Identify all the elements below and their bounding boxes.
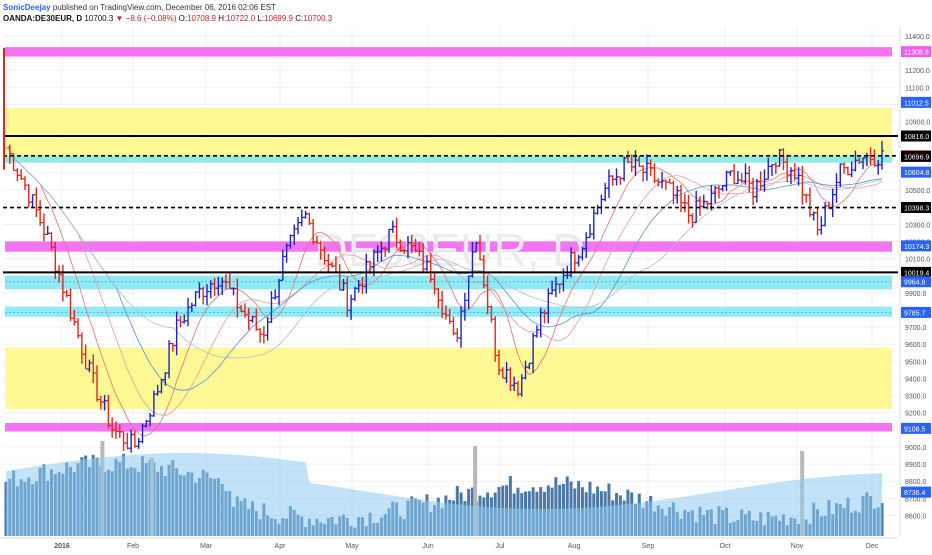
price-label-tag: 10398.3 <box>901 202 931 214</box>
time-tick-label: Apr <box>275 543 287 550</box>
price-label-tag: 10816.0 <box>901 130 931 142</box>
time-tick-label: Nov <box>791 543 804 550</box>
open-value: 10708.9 <box>187 14 216 23</box>
price-label-tag: 10604.8 <box>901 166 931 178</box>
close-label: C: <box>295 14 304 23</box>
time-tick-label: Feb <box>127 543 139 550</box>
price-label-tag: 11012.5 <box>901 96 931 108</box>
low-value: 10699.9 <box>264 14 293 23</box>
price-label-text: 10816.0 <box>904 134 929 141</box>
last-price: 10700.3 <box>84 14 114 23</box>
price-label-tag: 9964.8 <box>901 276 931 288</box>
price-label-text: 9785.7 <box>904 310 926 317</box>
price-label-text: 10696.9 <box>904 154 929 161</box>
time-tick-label: Jun <box>422 543 433 550</box>
price-label-text: 10174.3 <box>904 244 929 251</box>
cyan-zone <box>5 155 892 163</box>
price-tick-label: 10300.0 <box>905 222 930 229</box>
price-tick-label: 11100.0 <box>905 85 929 92</box>
publish-line: SonicDeejay published on TradingView.com… <box>3 2 276 13</box>
ohlc-line: OANDA:DE30EUR, D 10700.3 ▼ −8.6 (−0.08%)… <box>3 13 332 24</box>
magenta-zone <box>5 422 892 432</box>
price-tick-label: 9900.0 <box>905 291 927 298</box>
time-tick-label: 2016 <box>54 543 70 550</box>
published-text: published on TradingView.com, December 0… <box>52 3 276 12</box>
price-label-tag: 11308.8 <box>901 46 931 58</box>
price-tick-label: 11200.0 <box>905 68 930 75</box>
price-tick-label: 11400.0 <box>905 34 930 41</box>
price-label-text: 10398.3 <box>904 206 929 213</box>
price-tick-label: 9400.0 <box>905 376 927 383</box>
price-tick-label: 8800.0 <box>905 479 927 486</box>
price-tick-label: 8600.0 <box>905 513 927 520</box>
price-tick-label: 9500.0 <box>905 359 927 366</box>
price-tick-label: 9300.0 <box>905 394 927 401</box>
price-label-tag: 8736.4 <box>901 486 931 498</box>
price-label-text: 11012.5 <box>904 100 929 107</box>
symbol-label[interactable]: OANDA:DE30EUR, D <box>3 14 82 23</box>
price-label-tag: 9785.7 <box>901 306 931 318</box>
price-tick-label: 9600.0 <box>905 342 927 349</box>
price-tick-label: 9700.0 <box>905 325 927 332</box>
time-tick-label: Oct <box>720 543 731 550</box>
price-tick-label: 10100.0 <box>905 257 930 264</box>
price-tick-label: 10900.0 <box>905 120 930 127</box>
chart-area[interactable]: DE30EUR, D 11400.011300.011200.011100.01… <box>0 26 932 550</box>
price-chart[interactable]: DE30EUR, D 11400.011300.011200.011100.01… <box>0 26 932 550</box>
time-tick-label: Mar <box>200 543 213 550</box>
time-tick-label: Dec <box>866 543 879 550</box>
price-label-tag: 10696.9 <box>901 150 931 162</box>
price-label-text: 9964.8 <box>904 280 926 287</box>
open-label: O: <box>178 14 188 23</box>
price-label-tag: 9108.5 <box>901 422 931 434</box>
time-tick-label: Sep <box>642 543 655 550</box>
time-tick-label: May <box>345 543 359 550</box>
price-tick-label: 9000.0 <box>905 445 927 452</box>
price-tick-label: 8900.0 <box>905 462 927 469</box>
time-tick-label: Aug <box>568 543 581 550</box>
time-tick-label: Jul <box>496 543 505 550</box>
high-value: 10722.0 <box>226 14 256 23</box>
down-triangle-icon: ▼ <box>115 14 124 23</box>
price-change: −8.6 (−0.08%) <box>125 14 177 23</box>
author-link[interactable]: SonicDeejay <box>3 3 51 12</box>
price-label-text: 8736.4 <box>904 490 926 497</box>
price-label-text: 11308.8 <box>904 50 929 57</box>
close-value: 10700.3 <box>303 14 333 23</box>
magenta-zone <box>5 47 892 57</box>
price-tick-label: 9200.0 <box>905 411 927 418</box>
price-label-text: 9108.5 <box>904 426 926 433</box>
watermark-text: DE30EUR, D <box>315 224 586 276</box>
price-tick-label: 10500.0 <box>905 188 930 195</box>
price-label-text: 10604.8 <box>904 170 929 177</box>
yellow-zone <box>5 347 892 410</box>
chart-header: SonicDeejay published on TradingView.com… <box>0 0 932 26</box>
price-label-tag: 10174.3 <box>901 240 931 252</box>
